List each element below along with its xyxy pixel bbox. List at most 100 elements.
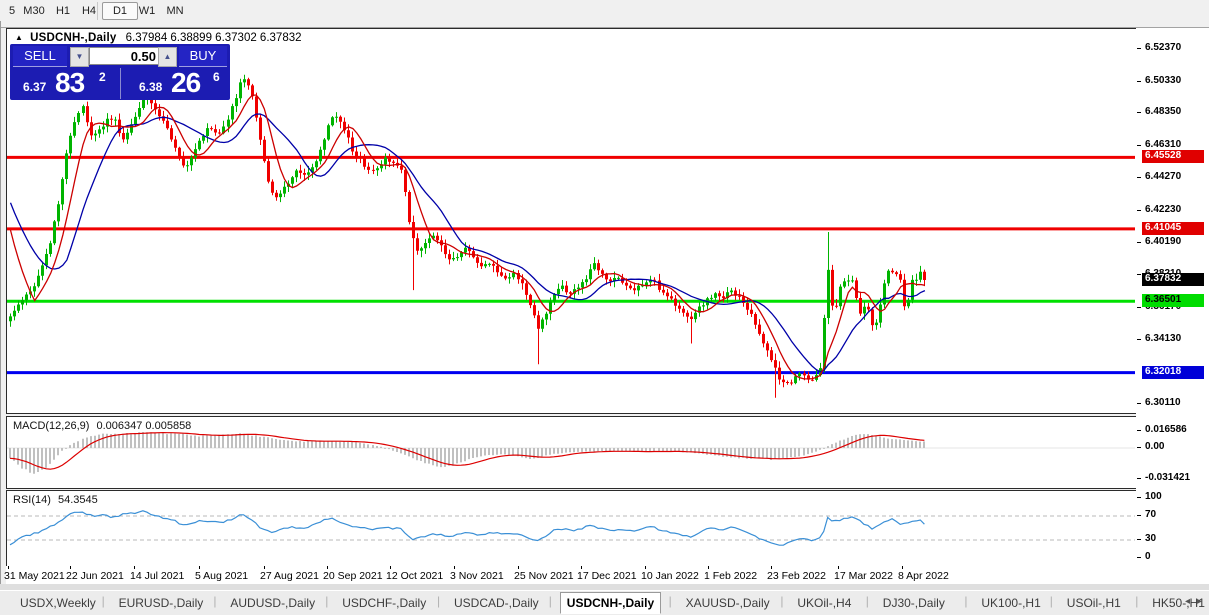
macd-tick-dash bbox=[1137, 447, 1141, 448]
macd-label: MACD(12,26,9) 0.006347 0.005858 bbox=[13, 420, 191, 432]
time-tick-label: 10 Jan 2022 bbox=[641, 570, 699, 582]
time-tick-dash bbox=[708, 566, 709, 569]
time-tick-dash bbox=[771, 566, 772, 569]
timeframe-h4[interactable]: H4 bbox=[73, 2, 105, 20]
time-tick-label: 23 Feb 2022 bbox=[767, 570, 826, 582]
macd-values: 0.006347 0.005858 bbox=[96, 420, 191, 432]
tab-separator: | bbox=[102, 594, 105, 608]
time-tick-label: 25 Nov 2021 bbox=[514, 570, 574, 582]
rsi-tick-label: 100 bbox=[1145, 491, 1162, 502]
time-tick-dash bbox=[264, 566, 265, 569]
time-axis[interactable]: 31 May 202122 Jun 202114 Jul 20215 Aug 2… bbox=[6, 566, 1136, 584]
window-left-edge bbox=[0, 21, 1, 590]
price-axis[interactable]: 6.523706.503306.483506.463106.442706.422… bbox=[1136, 28, 1209, 584]
level-price-badge: 6.45528 bbox=[1142, 150, 1204, 163]
tab-dj30-daily[interactable]: DJ30-,Daily bbox=[877, 594, 951, 612]
bullish-candle-bodies bbox=[9, 79, 922, 383]
time-tick-dash bbox=[327, 566, 328, 569]
level-price-badge: 6.41045 bbox=[1142, 222, 1204, 235]
price-tick-dash bbox=[1137, 177, 1141, 178]
time-tick-dash bbox=[454, 566, 455, 569]
rsi-canvas[interactable] bbox=[7, 491, 1135, 565]
tab-eurusd-daily[interactable]: EURUSD-,Daily bbox=[113, 594, 210, 612]
volume-up-button[interactable]: ▲ bbox=[158, 47, 177, 67]
rsi-tick-dash bbox=[1137, 515, 1141, 516]
tabs-scroll-right-icon[interactable]: ▸ bbox=[1197, 596, 1202, 607]
buy-price-big: 26 bbox=[171, 67, 200, 99]
rsi-indicator-pane[interactable]: RSI(14) 54.3545 bbox=[6, 490, 1138, 568]
tab-xauusd-daily[interactable]: XAUUSD-,Daily bbox=[680, 594, 776, 612]
bearish-candle-bodies bbox=[86, 79, 926, 383]
price-tick-dash bbox=[1137, 339, 1141, 340]
tab-usdx-weekly[interactable]: USDX,Weekly bbox=[14, 594, 102, 612]
price-tick-label: 6.50330 bbox=[1145, 75, 1181, 86]
timeframe-mn[interactable]: MN bbox=[157, 2, 193, 20]
chart-ohlc-values: 6.37984 6.38899 6.37302 6.37832 bbox=[126, 32, 302, 44]
tab-separator: | bbox=[1135, 594, 1138, 608]
macd-histogram-bars bbox=[9, 432, 925, 474]
macd-tick-dash bbox=[1137, 430, 1141, 431]
price-tick-dash bbox=[1137, 81, 1141, 82]
volume-input[interactable] bbox=[89, 47, 161, 65]
price-tick-dash bbox=[1137, 48, 1141, 49]
buy-button[interactable]: BUY bbox=[179, 46, 227, 67]
macd-tick-label: 0.016586 bbox=[1145, 424, 1187, 435]
time-tick-label: 8 Apr 2022 bbox=[898, 570, 949, 582]
price-tick-label: 6.46310 bbox=[1145, 139, 1181, 150]
buy-price-sup: 6 bbox=[213, 70, 220, 84]
chart-tab-bar: USDX,Weekly|EURUSD-,Daily|AUDUSD-,Daily|… bbox=[0, 590, 1209, 615]
rsi-tick-label: 30 bbox=[1145, 533, 1156, 544]
timeframe-toolbar: 5M30H1H4D1W1MN bbox=[0, 0, 1209, 28]
time-tick-label: 20 Sep 2021 bbox=[323, 570, 383, 582]
time-tick-label: 31 May 2021 bbox=[4, 570, 65, 582]
sell-quote[interactable]: 6.37 83 2 bbox=[11, 68, 121, 99]
rsi-tick-dash bbox=[1137, 539, 1141, 540]
tab-uk100-h1[interactable]: UK100-,H1 bbox=[975, 594, 1046, 612]
tab-separator: | bbox=[780, 594, 783, 608]
buy-quote[interactable]: 6.38 26 6 bbox=[121, 68, 229, 99]
rsi-tick-label: 0 bbox=[1145, 551, 1151, 562]
level-price-badge: 6.36501 bbox=[1142, 294, 1204, 307]
rsi-label: RSI(14) 54.3545 bbox=[13, 494, 98, 506]
collapse-icon[interactable]: ▲ bbox=[15, 33, 23, 42]
price-tick-label: 6.42230 bbox=[1145, 204, 1181, 215]
tab-usdchf-daily[interactable]: USDCHF-,Daily bbox=[336, 594, 432, 612]
tab-audusd-daily[interactable]: AUDUSD-,Daily bbox=[224, 594, 321, 612]
one-click-trading-panel: SELL ▼ ▲ BUY 6.37 83 2 6.38 26 6 bbox=[11, 45, 229, 99]
macd-tick-label: -0.031421 bbox=[1145, 472, 1190, 483]
sell-price-small: 6.37 bbox=[23, 80, 46, 94]
tab-usdcad-daily[interactable]: USDCAD-,Daily bbox=[448, 594, 545, 612]
tab-separator: | bbox=[964, 594, 967, 608]
time-tick-dash bbox=[8, 566, 9, 569]
time-tick-dash bbox=[390, 566, 391, 569]
tab-separator: | bbox=[669, 594, 672, 608]
terminal-window: 5M30H1H4D1W1MN ▲ USDCNH-,Daily 6.37984 6… bbox=[0, 0, 1209, 615]
tab-ukoil-h4[interactable]: UKOil-,H4 bbox=[791, 594, 857, 612]
sell-button[interactable]: SELL bbox=[13, 46, 67, 67]
tab-usdcnh-daily[interactable]: USDCNH-,Daily bbox=[560, 592, 661, 614]
toolbar-separator bbox=[97, 2, 98, 20]
tabs-scroll-left-icon[interactable]: ◂ bbox=[1185, 596, 1190, 607]
macd-indicator-pane[interactable]: MACD(12,26,9) 0.006347 0.005858 bbox=[6, 416, 1138, 489]
buy-price-small: 6.38 bbox=[139, 80, 162, 94]
price-tick-label: 6.40190 bbox=[1145, 236, 1181, 247]
tab-usoil-h1[interactable]: USOil-,H1 bbox=[1061, 594, 1127, 612]
price-tick-label: 6.30110 bbox=[1145, 397, 1181, 408]
time-tick-dash bbox=[645, 566, 646, 569]
price-chart-pane[interactable]: ▲ USDCNH-,Daily 6.37984 6.38899 6.37302 … bbox=[6, 28, 1138, 414]
rsi-tick-label: 70 bbox=[1145, 509, 1156, 520]
price-tick-label: 6.44270 bbox=[1145, 171, 1181, 182]
tab-separator: | bbox=[213, 594, 216, 608]
level-price-badge: 6.32018 bbox=[1142, 366, 1204, 379]
price-tick-dash bbox=[1137, 403, 1141, 404]
chart-title: ▲ USDCNH-,Daily 6.37984 6.38899 6.37302 … bbox=[15, 32, 302, 44]
macd-tick-label: 0.00 bbox=[1145, 441, 1164, 452]
time-tick-label: 22 Jun 2021 bbox=[66, 570, 124, 582]
price-tick-dash bbox=[1137, 112, 1141, 113]
time-tick-label: 5 Aug 2021 bbox=[195, 570, 248, 582]
time-tick-label: 27 Aug 2021 bbox=[260, 570, 319, 582]
volume-down-button[interactable]: ▼ bbox=[70, 47, 89, 67]
slow-ma-line bbox=[11, 114, 925, 372]
time-tick-dash bbox=[134, 566, 135, 569]
rsi-tick-dash bbox=[1137, 557, 1141, 558]
